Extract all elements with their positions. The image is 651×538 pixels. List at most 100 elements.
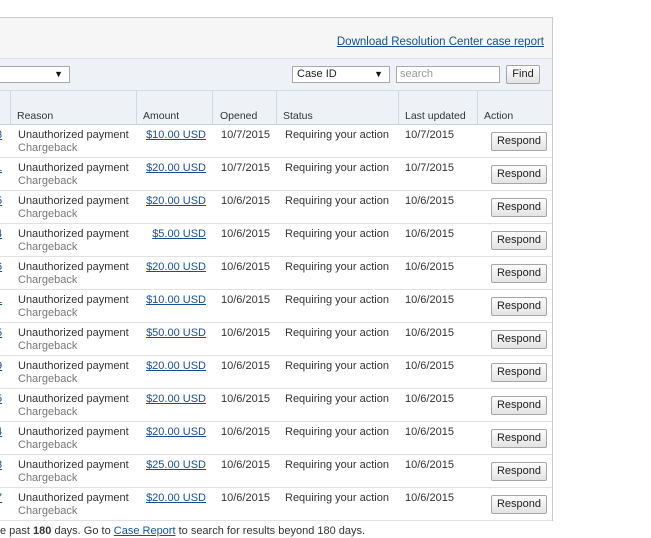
respond-button[interactable]: Respond (491, 198, 547, 217)
table-row: 1 Unauthorized paymentChargeback $20.00 US… (0, 158, 552, 191)
opened-date: 10/6/2015 (221, 360, 270, 372)
case-id-link[interactable]: 5 (0, 393, 3, 405)
reason-subtext: Chargeback (18, 406, 78, 418)
updated-date: 10/6/2015 (405, 459, 454, 471)
reason-text: Unauthorized payment (18, 162, 129, 174)
reason-subtext: Chargeback (18, 505, 78, 517)
opened-date: 10/6/2015 (221, 294, 270, 306)
cases-panel: Download Resolution Center case report ▼… (0, 17, 553, 521)
case-id-link[interactable]: 7 (0, 492, 3, 504)
search-by-select[interactable]: Case ID ▼ (292, 66, 390, 83)
reason-subtext: Chargeback (18, 142, 78, 154)
filter-bar: ▼ Case ID ▼ search Find (0, 58, 552, 90)
col-last-updated[interactable]: Last updated (405, 110, 466, 122)
table-row: 3 Unauthorized paymentChargeback $25.00 US… (0, 455, 552, 488)
updated-date: 10/6/2015 (405, 492, 454, 504)
col-opened[interactable]: Opened (220, 110, 257, 122)
updated-date: 10/6/2015 (405, 393, 454, 405)
case-id-link[interactable]: 3 (0, 129, 3, 141)
status-text: Requiring your action (285, 195, 389, 207)
amount-link[interactable]: $20.00 USD (140, 261, 206, 273)
respond-button[interactable]: Respond (491, 462, 547, 481)
case-id-link[interactable]: 6 (0, 261, 3, 273)
case-id-link[interactable]: 5 (0, 195, 3, 207)
respond-button[interactable]: Respond (491, 495, 547, 514)
status-text: Requiring your action (285, 393, 389, 405)
reason-subtext: Chargeback (18, 241, 78, 253)
search-placeholder: search (400, 68, 434, 80)
status-text: Requiring your action (285, 492, 389, 504)
status-text: Requiring your action (285, 129, 389, 141)
reason-text: Unauthorized payment (18, 327, 129, 339)
amount-link[interactable]: $50.00 USD (140, 327, 206, 339)
respond-button[interactable]: Respond (491, 396, 547, 415)
respond-button[interactable]: Respond (491, 330, 547, 349)
reason-text: Unauthorized payment (18, 426, 129, 438)
status-text: Requiring your action (285, 228, 389, 240)
amount-link[interactable]: $10.00 USD (140, 129, 206, 141)
reason-subtext: Chargeback (18, 307, 78, 319)
amount-link[interactable]: $10.00 USD (140, 294, 206, 306)
table-row: 5 Unauthorized paymentChargeback $50.00 US… (0, 323, 552, 356)
reason-subtext: Chargeback (18, 274, 78, 286)
col-status[interactable]: Status (283, 110, 313, 122)
table-row: 1 Unauthorized paymentChargeback $10.00 US… (0, 290, 552, 323)
updated-date: 10/6/2015 (405, 294, 454, 306)
amount-link[interactable]: $5.00 USD (140, 228, 206, 240)
respond-button[interactable]: Respond (491, 363, 547, 382)
panel-topbar: Download Resolution Center case report (0, 18, 552, 58)
respond-button[interactable]: Respond (491, 297, 547, 316)
footer-middle: days. Go to (51, 525, 114, 537)
amount-link[interactable]: $20.00 USD (140, 393, 206, 405)
reason-text: Unauthorized payment (18, 261, 129, 273)
reason-subtext: Chargeback (18, 439, 78, 451)
amount-link[interactable]: $20.00 USD (140, 492, 206, 504)
updated-date: 10/6/2015 (405, 228, 454, 240)
amount-link[interactable]: $20.00 USD (140, 195, 206, 207)
reason-subtext: Chargeback (18, 340, 78, 352)
col-amount[interactable]: Amount (143, 110, 179, 122)
search-input[interactable]: search (396, 66, 500, 83)
amount-link[interactable]: $20.00 USD (140, 162, 206, 174)
opened-date: 10/6/2015 (221, 195, 270, 207)
respond-button[interactable]: Respond (491, 165, 547, 184)
case-id-link[interactable]: 3 (0, 459, 3, 471)
reason-text: Unauthorized payment (18, 129, 129, 141)
case-id-link[interactable]: 1 (0, 162, 3, 174)
dropdown-arrow-icon: ▼ (54, 69, 63, 79)
updated-date: 10/6/2015 (405, 360, 454, 372)
respond-button[interactable]: Respond (491, 132, 547, 151)
footer-prefix: e past (0, 525, 34, 537)
amount-link[interactable]: $20.00 USD (140, 360, 206, 372)
case-id-link[interactable]: 4 (0, 426, 3, 438)
opened-date: 10/6/2015 (221, 228, 270, 240)
opened-date: 10/7/2015 (221, 162, 270, 174)
amount-link[interactable]: $25.00 USD (140, 459, 206, 471)
col-reason[interactable]: Reason (17, 110, 53, 122)
filter-select[interactable]: ▼ (0, 66, 70, 83)
reason-text: Unauthorized payment (18, 195, 129, 207)
status-text: Requiring your action (285, 327, 389, 339)
reason-text: Unauthorized payment (18, 228, 129, 240)
table-row: 6 Unauthorized paymentChargeback $20.00 US… (0, 257, 552, 290)
respond-button[interactable]: Respond (491, 429, 547, 448)
find-button[interactable]: Find (506, 65, 540, 84)
amount-link[interactable]: $20.00 USD (140, 426, 206, 438)
table-row: 9 Unauthorized paymentChargeback $20.00 US… (0, 356, 552, 389)
case-report-link[interactable]: Case Report (114, 525, 176, 537)
respond-button[interactable]: Respond (491, 231, 547, 250)
table-row: 5 Unauthorized paymentChargeback $20.00 US… (0, 191, 552, 224)
case-id-link[interactable]: 5 (0, 327, 3, 339)
case-id-link[interactable]: 1 (0, 294, 3, 306)
opened-date: 10/6/2015 (221, 459, 270, 471)
search-by-value: Case ID (297, 68, 337, 80)
case-id-link[interactable]: 4 (0, 228, 3, 240)
reason-text: Unauthorized payment (18, 294, 129, 306)
status-text: Requiring your action (285, 261, 389, 273)
reason-text: Unauthorized payment (18, 459, 129, 471)
respond-button[interactable]: Respond (491, 264, 547, 283)
status-text: Requiring your action (285, 294, 389, 306)
download-report-link[interactable]: Download Resolution Center case report (337, 36, 544, 48)
case-id-link[interactable]: 9 (0, 360, 3, 372)
updated-date: 10/6/2015 (405, 195, 454, 207)
